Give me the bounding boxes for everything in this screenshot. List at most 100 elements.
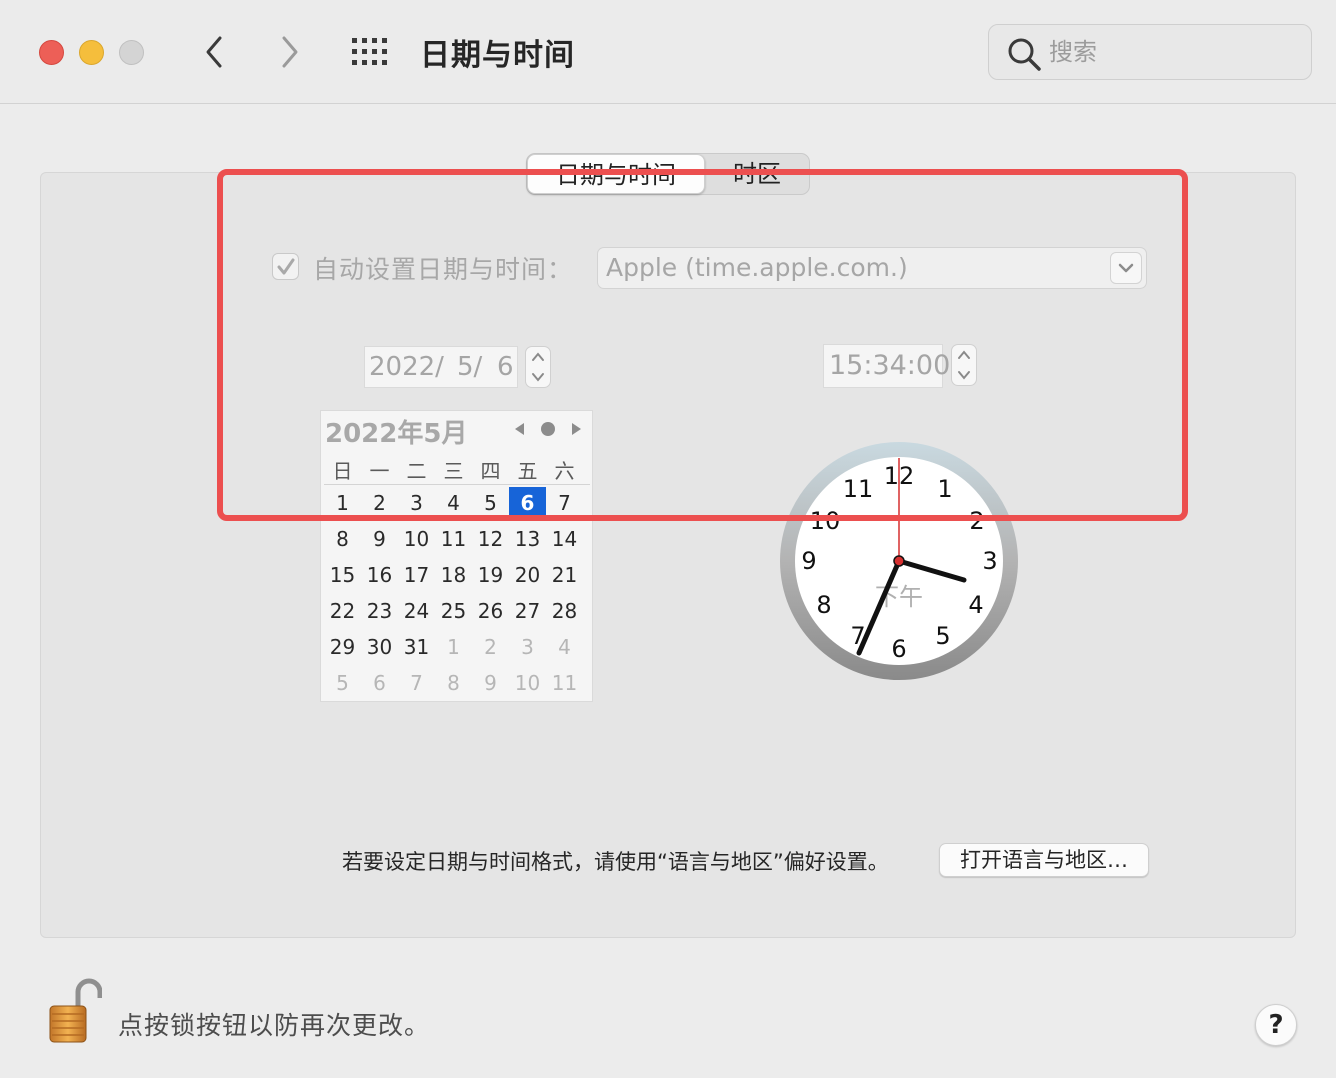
calendar-day[interactable]: 17 [398,557,435,593]
calendar-day[interactable]: 15 [324,557,361,593]
checkmark-icon [277,258,295,275]
calendar-day[interactable]: 12 [472,521,509,557]
chevron-right-icon [282,36,298,68]
calendar-week: 15 16 17 18 19 20 21 [324,557,590,593]
time-stepper[interactable] [951,344,977,386]
close-window-button[interactable] [39,40,64,65]
calendar-day[interactable]: 7 [546,485,583,521]
chevron-down-icon [532,373,544,382]
calendar-day[interactable]: 23 [361,593,398,629]
triangle-left-icon[interactable] [511,420,529,438]
help-button[interactable]: ? [1255,1004,1297,1046]
calendar-day[interactable]: 10 [398,521,435,557]
open-language-region-button[interactable]: 打开语言与地区… [939,843,1149,877]
calendar-week: 8 9 10 11 12 13 14 [324,521,590,557]
chevron-up-icon [532,352,544,361]
calendar-day-next-month[interactable]: 9 [472,665,509,701]
calendar-day-next-month[interactable]: 11 [546,665,583,701]
calendar-day-selected[interactable]: 6 [509,487,546,519]
search-box[interactable] [988,24,1312,80]
calendar-day-next-month[interactable]: 8 [435,665,472,701]
date-stepper[interactable] [525,346,551,388]
tab-date-time[interactable]: 日期与时间 [527,154,705,194]
calendar-day[interactable]: 24 [398,593,435,629]
calendar-day-next-month[interactable]: 1 [435,629,472,665]
back-button[interactable] [200,34,230,70]
calendar-day-next-month[interactable]: 7 [398,665,435,701]
clock-number-8: 8 [816,591,831,619]
calendar-day[interactable]: 25 [435,593,472,629]
search-icon [1008,38,1041,71]
triangle-right-icon[interactable] [567,420,585,438]
time-decrement-button[interactable] [952,365,976,385]
calendar-day[interactable]: 21 [546,557,583,593]
calendar-day[interactable]: 5 [472,485,509,521]
calendar-day[interactable]: 20 [509,557,546,593]
calendar-day-next-month[interactable]: 6 [361,665,398,701]
time-field[interactable]: 15:34:00 [823,344,950,388]
clock-number-6: 6 [891,635,906,663]
calendar-day-next-month[interactable]: 4 [546,629,583,665]
calendar-day[interactable]: 16 [361,557,398,593]
lock-open-icon[interactable] [46,978,102,1044]
calendar-day[interactable]: 30 [361,629,398,665]
date-year[interactable]: 2022/ [369,352,444,382]
tab-time-zone[interactable]: 时区 [705,154,809,194]
chevron-down-icon [1118,263,1134,273]
date-increment-button[interactable] [526,347,550,367]
analog-clock[interactable]: 12 1 2 3 4 5 6 7 8 9 10 11 下午 [776,440,1022,684]
calendar-day-next-month[interactable]: 2 [472,629,509,665]
calendar-day-next-month[interactable]: 10 [509,665,546,701]
calendar-day[interactable]: 11 [435,521,472,557]
time-increment-button[interactable] [952,345,976,365]
calendar-day[interactable]: 22 [324,593,361,629]
chevron-up-icon [958,350,970,359]
calendar-week: 22 23 24 25 26 27 28 [324,593,590,629]
select-arrow-button[interactable] [1110,252,1142,284]
calendar-day-next-month[interactable]: 5 [324,665,361,701]
weekday-label: 五 [517,459,538,483]
show-all-button[interactable] [352,38,390,66]
calendar-day[interactable]: 18 [435,557,472,593]
calendar-day[interactable]: 3 [398,485,435,521]
clock-number-3: 3 [982,547,997,575]
calendar-day[interactable]: 14 [546,521,583,557]
clock-number-10: 10 [810,507,841,535]
calendar-day[interactable]: 27 [509,593,546,629]
calendar-week: 29 30 31 1 2 3 4 [324,629,590,665]
calendar-day[interactable]: 19 [472,557,509,593]
clock-number-2: 2 [969,507,984,535]
title-bar: 日期与时间 [0,0,1336,104]
date-field[interactable]: 2022/ 5/ 6 [364,346,518,388]
today-dot-icon[interactable] [539,420,557,438]
time-server-select[interactable]: Apple (time.apple.com.) [597,247,1147,289]
clock-number-9: 9 [801,547,816,575]
date-month[interactable]: 5/ [457,352,482,382]
window-title: 日期与时间 [420,38,575,73]
forward-button[interactable] [274,34,304,70]
calendar-day[interactable]: 1 [324,485,361,521]
calendar-week: 1 2 3 4 5 6 7 [324,485,590,521]
time-value[interactable]: 15:34:00 [829,350,950,381]
calendar-day[interactable]: 28 [546,593,583,629]
date-day[interactable]: 6 [497,352,514,382]
calendar-day-next-month[interactable]: 3 [509,629,546,665]
zoom-window-button[interactable] [119,40,144,65]
calendar-day[interactable]: 13 [509,521,546,557]
search-input[interactable] [1049,35,1299,69]
chevron-down-icon [958,371,970,380]
calendar-day[interactable]: 4 [435,485,472,521]
calendar-day[interactable]: 8 [324,521,361,557]
weekday-label: 二 [406,459,427,483]
auto-set-checkbox[interactable] [272,253,299,280]
calendar-day[interactable]: 29 [324,629,361,665]
calendar[interactable]: 2022年5月 日 一 二 三 四 五 六 1 2 3 4 5 6 7 8 9 … [320,410,593,702]
calendar-day[interactable]: 31 [398,629,435,665]
calendar-day[interactable]: 2 [361,485,398,521]
date-decrement-button[interactable] [526,367,550,387]
calendar-day[interactable]: 26 [472,593,509,629]
tab-bar: 日期与时间 时区 [526,153,810,195]
calendar-day[interactable]: 9 [361,521,398,557]
minimize-window-button[interactable] [79,40,104,65]
clock-number-11: 11 [843,475,874,503]
